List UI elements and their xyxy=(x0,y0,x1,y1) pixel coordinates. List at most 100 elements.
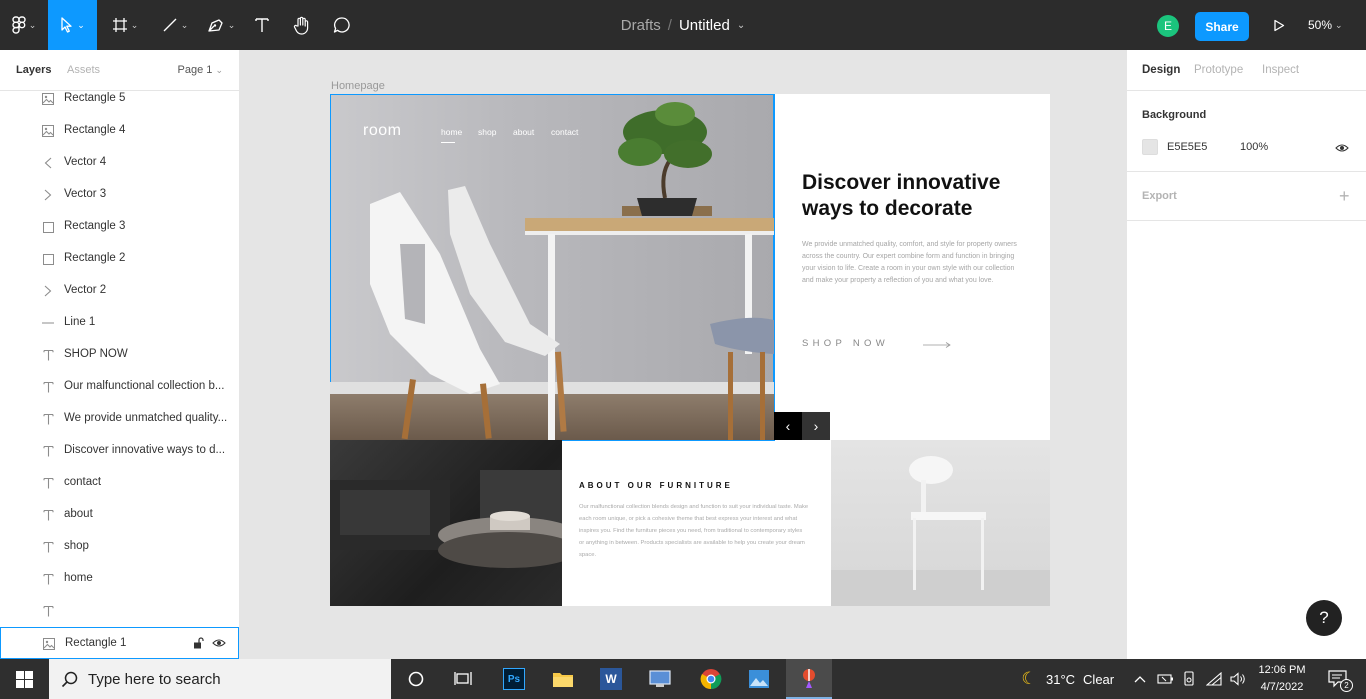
text-tool-button[interactable] xyxy=(248,0,276,50)
slider-prev-button[interactable]: ‹ xyxy=(774,412,802,440)
wifi-button[interactable] xyxy=(1204,659,1224,699)
breadcrumb-drafts[interactable]: Drafts xyxy=(621,17,661,34)
layer-row[interactable]: SHOP NOW xyxy=(0,339,239,371)
tab-layers[interactable]: Layers xyxy=(16,64,51,76)
background-hex[interactable]: E5E5E5 xyxy=(1167,141,1207,153)
hero-paragraph[interactable]: We provide unmatched quality, comfort, a… xyxy=(802,239,1026,287)
rectangle-icon xyxy=(41,220,55,234)
meet-now-button[interactable] xyxy=(1180,659,1198,699)
layer-row[interactable]: Rectangle 3 xyxy=(0,211,239,243)
background-opacity[interactable]: 100% xyxy=(1240,141,1268,153)
layer-row[interactable]: Line 1 xyxy=(0,307,239,339)
chevron-down-icon[interactable]: ⌄ xyxy=(737,20,745,31)
dark-room-image[interactable] xyxy=(330,440,562,606)
help-button[interactable]: ? xyxy=(1306,600,1342,636)
nav-contact[interactable]: contact xyxy=(551,127,578,137)
nav-shop[interactable]: shop xyxy=(478,127,496,137)
page-selector[interactable]: Page 1 ⌄ xyxy=(178,64,223,76)
layer-row[interactable]: Vector 3 xyxy=(0,179,239,211)
eye-icon[interactable] xyxy=(1335,140,1349,158)
layer-row[interactable]: Discover innovative ways to d... xyxy=(0,435,239,467)
layer-row[interactable]: Vector 2 xyxy=(0,275,239,307)
main-menu-button[interactable]: ⌄ xyxy=(0,0,48,50)
layer-actions xyxy=(193,637,226,652)
hero-headline[interactable]: Discover innovative ways to decorate xyxy=(802,170,1032,222)
layer-row[interactable]: Rectangle 4 xyxy=(0,115,239,147)
share-button[interactable]: Share xyxy=(1195,12,1249,41)
background-swatch[interactable] xyxy=(1142,139,1158,155)
layer-row[interactable] xyxy=(0,595,239,627)
layer-row[interactable]: about xyxy=(0,499,239,531)
zoom-control[interactable]: 50% ⌄ xyxy=(1308,0,1343,50)
photoshop-app-button[interactable]: Ps xyxy=(494,659,534,699)
figma-app-button[interactable] xyxy=(786,659,832,699)
frame-tool-button[interactable]: ⌄ xyxy=(105,0,145,50)
white-chair-image[interactable] xyxy=(831,440,1050,606)
unlock-icon[interactable] xyxy=(193,637,204,652)
layer-name: Rectangle 4 xyxy=(64,124,126,136)
task-view-icon xyxy=(454,672,472,685)
task-view-button[interactable] xyxy=(443,659,483,699)
shape-tool-button[interactable]: ⌄ xyxy=(155,0,195,50)
taskbar-clock[interactable]: 12:06 PM 4/7/2022 xyxy=(1253,662,1311,696)
arrow-right-icon[interactable] xyxy=(923,342,951,348)
weather-widget[interactable]: ☾ xyxy=(1018,659,1040,699)
eye-icon[interactable] xyxy=(212,638,226,651)
shop-now-link[interactable]: SHOP NOW xyxy=(802,338,889,349)
notifications-button[interactable]: 2 xyxy=(1318,659,1358,699)
clock-date: 4/7/2022 xyxy=(1260,681,1304,693)
cortana-button[interactable] xyxy=(396,659,436,699)
layer-row[interactable]: Rectangle 2 xyxy=(0,243,239,275)
nav-home[interactable]: home xyxy=(441,127,462,137)
about-title[interactable]: ABOUT OUR FURNITURE xyxy=(579,481,733,490)
tab-assets[interactable]: Assets xyxy=(67,64,100,76)
layer-row[interactable]: home xyxy=(0,563,239,595)
photos-icon xyxy=(749,670,769,688)
taskbar-search[interactable]: Type here to search xyxy=(49,659,391,699)
file-explorer-button[interactable] xyxy=(543,659,583,699)
frame-label[interactable]: Homepage xyxy=(331,80,385,92)
slider-next-button[interactable]: › xyxy=(802,412,830,440)
weather-text[interactable]: 31°C Clear xyxy=(1046,659,1114,699)
homepage-frame[interactable]: room home shop about contact Discover in… xyxy=(330,94,1050,606)
figma-logo-icon xyxy=(12,16,26,34)
comment-tool-button[interactable] xyxy=(328,0,356,50)
tray-overflow-button[interactable] xyxy=(1131,659,1149,699)
monitor-app-button[interactable] xyxy=(640,659,680,699)
layer-row[interactable]: Our malfunctional collection b... xyxy=(0,371,239,403)
move-tool-button[interactable]: ⌄ xyxy=(48,0,97,50)
plus-icon[interactable]: + xyxy=(1339,187,1350,205)
nav-about[interactable]: about xyxy=(513,127,534,137)
present-button[interactable] xyxy=(1266,0,1292,50)
layer-row-selected[interactable]: Rectangle 1 xyxy=(0,627,239,659)
layer-row[interactable]: We provide unmatched quality... xyxy=(0,403,239,435)
battery-button[interactable] xyxy=(1155,659,1175,699)
tab-design[interactable]: Design xyxy=(1142,64,1180,76)
breadcrumb-separator: / xyxy=(667,16,672,34)
layer-row[interactable]: Rectangle 5 xyxy=(0,83,239,115)
comment-icon xyxy=(333,17,350,33)
export-label[interactable]: Export xyxy=(1142,190,1177,202)
layer-name: Our malfunctional collection b... xyxy=(64,380,225,392)
folder-icon xyxy=(553,673,573,687)
start-button[interactable] xyxy=(0,659,48,699)
layer-row[interactable]: Vector 4 xyxy=(0,147,239,179)
photos-app-button[interactable] xyxy=(739,659,779,699)
tab-inspect[interactable]: Inspect xyxy=(1262,64,1299,76)
tab-prototype[interactable]: Prototype xyxy=(1194,64,1243,76)
chrome-app-button[interactable] xyxy=(691,659,731,699)
about-text[interactable]: Our malfunctional collection blends desi… xyxy=(579,501,809,561)
hero-image[interactable]: room home shop about contact xyxy=(330,94,775,441)
site-logo[interactable]: room xyxy=(363,122,401,140)
chevron-down-icon: ⌄ xyxy=(227,19,236,30)
word-app-button[interactable]: W xyxy=(591,659,631,699)
hand-tool-button[interactable] xyxy=(288,0,316,50)
volume-button[interactable] xyxy=(1228,659,1248,699)
chevron-down-icon: ⌄ xyxy=(77,19,85,30)
pen-tool-button[interactable]: ⌄ xyxy=(201,0,241,50)
layer-row[interactable]: shop xyxy=(0,531,239,563)
layer-row[interactable]: contact xyxy=(0,467,239,499)
file-title[interactable]: Untitled xyxy=(679,17,730,34)
text-icon xyxy=(41,572,55,586)
avatar[interactable]: E xyxy=(1157,15,1179,37)
